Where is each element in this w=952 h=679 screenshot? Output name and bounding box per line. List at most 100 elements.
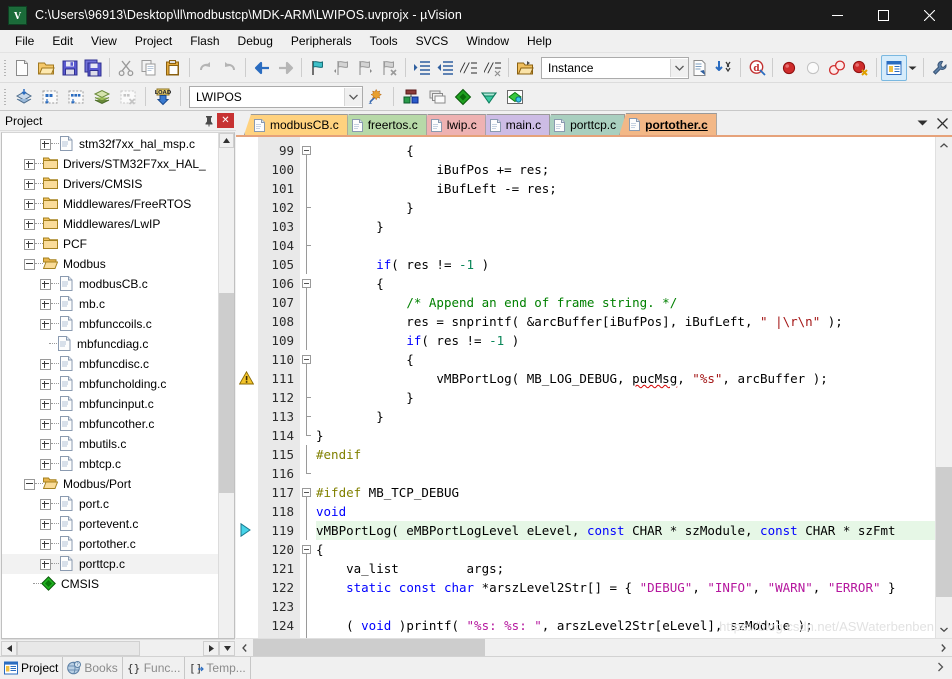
expand-plus-icon[interactable] xyxy=(40,439,51,450)
expand-plus-icon[interactable] xyxy=(40,279,51,290)
code-line[interactable]: static const char *arszLevel2Str[] = { "… xyxy=(316,578,952,597)
layout-dropdown-arrow-icon[interactable] xyxy=(907,56,920,80)
pack-installer-icon[interactable] xyxy=(424,85,450,109)
stop-build-icon[interactable] xyxy=(115,85,141,109)
tree-item-porttcp-c[interactable]: porttcp.c xyxy=(2,554,234,574)
fold-marker[interactable] xyxy=(300,274,316,293)
menu-project[interactable]: Project xyxy=(126,31,181,52)
code-line[interactable]: { xyxy=(316,350,952,369)
download-icon[interactable]: LOAD xyxy=(150,85,176,109)
expand-plus-icon[interactable] xyxy=(40,399,51,410)
tree-item-mbfuncholding-c[interactable]: mbfuncholding.c xyxy=(2,374,234,394)
code-line[interactable]: } xyxy=(316,388,952,407)
navigate-forward-icon[interactable] xyxy=(274,56,298,80)
fold-marker[interactable] xyxy=(300,540,316,559)
instance-folder-icon[interactable] xyxy=(513,56,537,80)
code-line[interactable]: iBufLeft -= res; xyxy=(316,179,952,198)
expand-plus-icon[interactable] xyxy=(40,539,51,550)
code-line[interactable] xyxy=(316,236,952,255)
expand-plus-icon[interactable] xyxy=(40,299,51,310)
copy-icon[interactable] xyxy=(138,56,162,80)
bookmark-prev-icon[interactable] xyxy=(330,56,354,80)
panel-tab-temp-[interactable]: []Temp... xyxy=(185,657,250,679)
save-icon[interactable] xyxy=(58,56,82,80)
chevron-down-icon[interactable] xyxy=(670,59,688,77)
minimize-button[interactable] xyxy=(814,0,860,30)
tree-item-mbtcp-c[interactable]: mbtcp.c xyxy=(2,454,234,474)
project-tree-horizontal-scrollbar[interactable] xyxy=(1,639,235,656)
scroll-left-arrow-icon[interactable] xyxy=(1,641,17,656)
code-line[interactable]: #ifdef MB_TCP_DEBUG xyxy=(316,483,952,502)
editor-scroll-thumb[interactable] xyxy=(936,467,952,597)
comment-icon[interactable]: // xyxy=(457,56,481,80)
panel-tab-project[interactable]: Project xyxy=(0,657,63,679)
editor-scroll-right-arrow-icon[interactable] xyxy=(935,639,952,656)
pin-icon[interactable] xyxy=(201,113,217,129)
indent-left-icon[interactable] xyxy=(433,56,457,80)
editor-h-scroll-track[interactable] xyxy=(253,639,935,656)
expand-plus-icon[interactable] xyxy=(40,319,51,330)
target-options-icon[interactable] xyxy=(363,85,389,109)
tree-item-modbuscb-c[interactable]: modbusCB.c xyxy=(2,274,234,294)
code-line[interactable]: { xyxy=(316,274,952,293)
collapse-minus-icon[interactable] xyxy=(24,479,35,490)
find-in-files-icon[interactable] xyxy=(712,56,736,80)
editor-tab-modbuscb-c[interactable]: modbusCB.c xyxy=(244,114,348,135)
tree-item-mbfuncother-c[interactable]: mbfuncother.c xyxy=(2,414,234,434)
fold-marker[interactable] xyxy=(300,141,316,160)
tree-item-portother-c[interactable]: portother.c xyxy=(2,534,234,554)
tree-item-mbutils-c[interactable]: mbutils.c xyxy=(2,434,234,454)
editor-tab-lwip-c[interactable]: lwip.c xyxy=(421,114,486,135)
expand-plus-icon[interactable] xyxy=(40,459,51,470)
toolbar-grip[interactable] xyxy=(3,58,8,78)
translate-icon[interactable] xyxy=(11,85,37,109)
expand-plus-icon[interactable] xyxy=(24,159,35,170)
manage-project-items-icon[interactable] xyxy=(398,85,424,109)
close-button[interactable] xyxy=(906,0,952,30)
editor-scroll-up-arrow-icon[interactable] xyxy=(936,137,952,154)
tree-item-middlewares-lwip[interactable]: Middlewares/LwIP xyxy=(2,214,234,234)
breakpoint-insert-icon[interactable] xyxy=(777,56,801,80)
expand-plus-icon[interactable] xyxy=(24,239,35,250)
panel-tab-books[interactable]: ?Books xyxy=(63,657,122,679)
scroll-up-arrow-icon[interactable] xyxy=(219,133,234,148)
project-tree[interactable]: stm32f7xx_hal_msp.cDrivers/STM32F7xx_HAL… xyxy=(2,133,234,638)
scroll-right-arrow-icon[interactable] xyxy=(203,641,219,656)
target-combo[interactable]: LWIPOS xyxy=(189,86,363,108)
panel-tab-func-[interactable]: {}Func... xyxy=(123,657,186,679)
tree-item-mbfuncdiag-c[interactable]: mbfuncdiag.c xyxy=(2,334,234,354)
fold-marker[interactable] xyxy=(300,483,316,502)
tree-item-mbfunccoils-c[interactable]: mbfunccoils.c xyxy=(2,314,234,334)
select-software-packs-icon[interactable] xyxy=(476,85,502,109)
code-folding-margin[interactable] xyxy=(300,137,316,638)
breakpoint-disable-all-icon[interactable] xyxy=(825,56,849,80)
maximize-button[interactable] xyxy=(860,0,906,30)
select-software-packs-alt-icon[interactable] xyxy=(502,85,528,109)
code-line[interactable]: iBufPos += res; xyxy=(316,160,952,179)
menu-flash[interactable]: Flash xyxy=(181,31,228,52)
code-line[interactable]: if( res != -1 ) xyxy=(316,255,952,274)
chevron-down-icon[interactable] xyxy=(344,88,362,106)
code-line[interactable]: } xyxy=(316,407,952,426)
debug-start-icon[interactable]: d xyxy=(745,56,769,80)
tree-item-mbfuncdisc-c[interactable]: mbfuncdisc.c xyxy=(2,354,234,374)
uncomment-icon[interactable]: // xyxy=(481,56,505,80)
editor-scroll-left-arrow-icon[interactable] xyxy=(236,639,253,656)
code-line[interactable]: vMBPortLog( eMBPortLogLevel eLevel, cons… xyxy=(316,521,952,540)
breakpoint-kill-all-icon[interactable] xyxy=(848,56,872,80)
editor-tab-freertos-c[interactable]: freertos.c xyxy=(342,114,427,135)
manage-run-time-icon[interactable] xyxy=(450,85,476,109)
tree-item-pcf[interactable]: PCF xyxy=(2,234,234,254)
expand-plus-icon[interactable] xyxy=(40,559,51,570)
code-line[interactable]: va_list args; xyxy=(316,559,952,578)
open-file-icon[interactable] xyxy=(34,56,58,80)
code-line[interactable]: vMBPortLog( MB_LOG_DEBUG, pucMsg, "%s", … xyxy=(316,369,952,388)
code-editor[interactable]: 9910010110210310410510610710810911011111… xyxy=(236,135,952,638)
tree-item-portevent-c[interactable]: portevent.c xyxy=(2,514,234,534)
menu-svcs[interactable]: SVCS xyxy=(407,31,458,52)
tree-item-modbus-port[interactable]: Modbus/Port xyxy=(2,474,234,494)
menu-help[interactable]: Help xyxy=(518,31,561,52)
expand-plus-icon[interactable] xyxy=(40,359,51,370)
save-all-icon[interactable] xyxy=(81,56,105,80)
expand-plus-icon[interactable] xyxy=(40,419,51,430)
